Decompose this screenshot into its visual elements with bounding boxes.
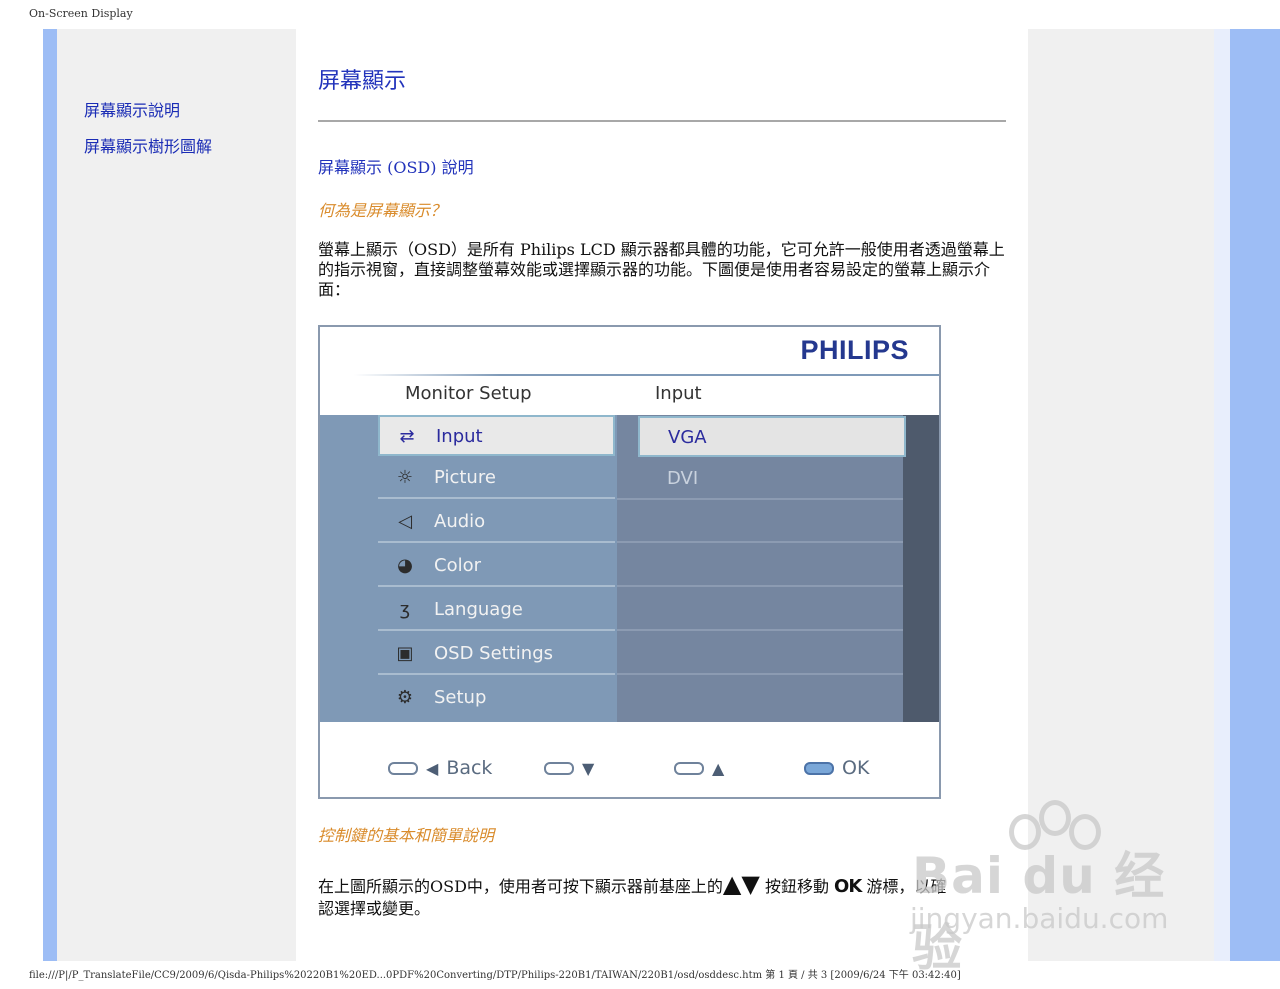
question-heading-what-is-osd: 何為是屏幕顯示？	[318, 201, 447, 220]
osd-menu-item-osd-settings: ▣ OSD Settings	[378, 634, 615, 675]
osd-screenshot-figure: PHILIPS Monitor Setup Input ⇄ Input ☼ Pi…	[318, 325, 941, 799]
intro-paragraph: 螢幕上顯示（OSD）是所有 Philips LCD 顯示器都具體的功能，它可允許…	[318, 240, 1005, 299]
osd-option-empty	[617, 546, 903, 587]
speaker-icon: ◁	[398, 511, 412, 532]
osd-down-button: ▼	[544, 758, 595, 778]
osd-menu-panel: ⇄ Input ☼ Picture ◁ Audio ◕ Color ʒ Lang…	[320, 415, 939, 722]
left-blue-bar	[43, 29, 57, 961]
sidebar-link-osd-tree[interactable]: 屏幕顯示樹形圖解	[84, 133, 212, 157]
osd-menu-item-label: OSD Settings	[434, 643, 554, 664]
osd-header-line	[354, 374, 939, 376]
osd-up-button: ▲	[674, 758, 725, 778]
up-down-arrows-icon: ▲▼	[722, 870, 760, 898]
osd-ok-button: OK	[804, 757, 870, 779]
section-subtitle: 屏幕顯示 (OSD) 說明	[318, 158, 474, 177]
ok-label: OK	[842, 757, 870, 779]
osd-option-label: DVI	[667, 468, 699, 489]
osd-menu-item-audio: ◁ Audio	[378, 502, 615, 543]
philips-logo: PHILIPS	[800, 335, 909, 365]
watermark-url: jingyan.baidu.com	[910, 902, 1169, 935]
right-light-strip	[1214, 29, 1230, 961]
osd-scroll-column	[903, 415, 939, 722]
osd-option-vga: VGA	[638, 416, 906, 457]
up-triangle-icon: ▲	[712, 758, 725, 778]
ok-key-icon: OK	[834, 876, 862, 897]
sun-icon: ☼	[396, 467, 414, 488]
osd-menu-item-label: Color	[434, 555, 481, 576]
osd-option-empty	[617, 502, 903, 543]
osd-option-empty	[617, 634, 903, 675]
page-header-title: On-Screen Display	[29, 7, 133, 20]
osd-option-empty	[617, 590, 903, 631]
button-pill-icon	[388, 761, 418, 775]
osd-menu-item-picture: ☼ Picture	[378, 458, 615, 499]
screen-icon: ▣	[396, 643, 414, 664]
input-arrows-icon: ⇄	[399, 426, 415, 447]
button-pill-icon	[804, 761, 834, 775]
gear-icon: ⚙	[396, 687, 414, 708]
osd-menu-item-label: Language	[434, 599, 523, 620]
controls-text-part: 在上圖所顯示的OSD中，使用者可按下顯示器前基座上的	[318, 877, 723, 896]
speech-icon: ʒ	[399, 599, 411, 620]
page-footer-path: file:///P|/P_TranslateFile/CC9/2009/6/Qi…	[29, 970, 961, 981]
title-divider	[318, 120, 1006, 122]
sidebar-nav: 屏幕顯示說明 屏幕顯示樹形圖解	[57, 29, 296, 961]
osd-submenu-title: Input	[655, 383, 702, 404]
osd-menu-title: Monitor Setup	[405, 383, 532, 404]
down-triangle-icon: ▼	[582, 758, 595, 778]
palette-icon: ◕	[397, 555, 413, 576]
osd-menu-item-label: Input	[436, 426, 483, 447]
sidebar-link-osd-description[interactable]: 屏幕顯示說明	[84, 97, 180, 121]
controls-text-part: 認選擇或變更。	[318, 899, 431, 918]
osd-menu-item-input: ⇄ Input	[378, 415, 615, 456]
page-title: 屏幕顯示	[318, 69, 407, 94]
osd-back-button: ◀ Back	[388, 757, 493, 779]
question-heading-controls: 控制鍵的基本和簡單說明	[318, 826, 495, 845]
back-label: Back	[446, 757, 493, 779]
osd-menu-item-color: ◕ Color	[378, 546, 615, 587]
osd-option-label: VGA	[668, 427, 707, 448]
left-triangle-icon: ◀	[426, 758, 439, 778]
button-pill-icon	[544, 761, 574, 775]
osd-menu-item-label: Picture	[434, 467, 496, 488]
right-blue-bar	[1230, 29, 1280, 961]
controls-text-part: 按鈕移動	[764, 877, 829, 896]
osd-menu-item-label: Audio	[434, 511, 486, 532]
baidu-watermark: Bai du 经验 jingyan.baidu.com	[904, 800, 1204, 977]
osd-option-dvi: DVI	[617, 459, 903, 500]
paw-toe-icon	[1039, 800, 1071, 836]
osd-menu-item-label: Setup	[434, 687, 487, 708]
button-pill-icon	[674, 761, 704, 775]
osd-menu-item-language: ʒ Language	[378, 590, 615, 631]
osd-menu-item-setup: ⚙ Setup	[378, 678, 615, 719]
